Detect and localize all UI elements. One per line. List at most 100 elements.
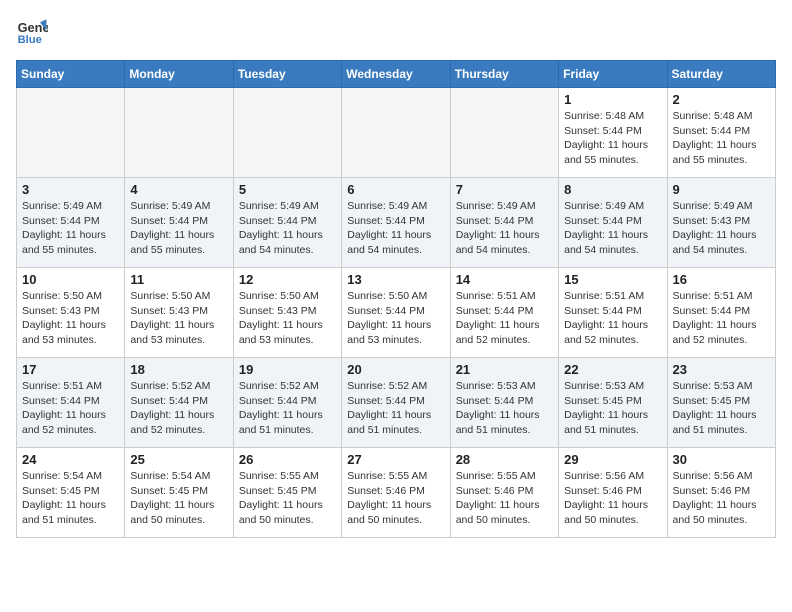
calendar-day-cell: 10 Sunrise: 5:50 AMSunset: 5:43 PMDayligh… — [17, 268, 125, 358]
day-number: 7 — [456, 182, 553, 197]
day-number: 25 — [130, 452, 227, 467]
day-info: Sunrise: 5:53 AMSunset: 5:45 PMDaylight:… — [673, 379, 770, 438]
day-info: Sunrise: 5:51 AMSunset: 5:44 PMDaylight:… — [456, 289, 553, 348]
weekday-header-wednesday: Wednesday — [342, 61, 450, 88]
calendar-day-cell: 9Sunrise: 5:49 AMSunset: 5:43 PMDaylight… — [667, 178, 775, 268]
calendar-week-row: 1 Sunrise: 5:48 AMSunset: 5:44 PMDaylight… — [17, 88, 776, 178]
calendar-day-cell: 23 Sunrise: 5:53 AMSunset: 5:45 PMDayligh… — [667, 358, 775, 448]
calendar-day-cell: 16 Sunrise: 5:51 AMSunset: 5:44 PMDayligh… — [667, 268, 775, 358]
calendar-day-cell: 12 Sunrise: 5:50 AMSunset: 5:43 PMDayligh… — [233, 268, 341, 358]
calendar-day-cell: 30 Sunrise: 5:56 AMSunset: 5:46 PMDayligh… — [667, 448, 775, 538]
day-info: Sunrise: 5:49 AMSunset: 5:44 PMDaylight:… — [347, 199, 444, 258]
day-number: 12 — [239, 272, 336, 287]
calendar-day-cell: 17 Sunrise: 5:51 AMSunset: 5:44 PMDayligh… — [17, 358, 125, 448]
weekday-header-row: SundayMondayTuesdayWednesdayThursdayFrid… — [17, 61, 776, 88]
day-info: Sunrise: 5:51 AMSunset: 5:44 PMDaylight:… — [673, 289, 770, 348]
day-info: Sunrise: 5:49 AMSunset: 5:44 PMDaylight:… — [564, 199, 661, 258]
day-number: 10 — [22, 272, 119, 287]
calendar-day-cell: 4 Sunrise: 5:49 AMSunset: 5:44 PMDaylight… — [125, 178, 233, 268]
day-info: Sunrise: 5:52 AMSunset: 5:44 PMDaylight:… — [239, 379, 336, 438]
day-info: Sunrise: 5:48 AMSunset: 5:44 PMDaylight:… — [564, 109, 661, 168]
day-number: 13 — [347, 272, 444, 287]
day-info: Sunrise: 5:55 AMSunset: 5:45 PMDaylight:… — [239, 469, 336, 528]
calendar-day-cell: 15 Sunrise: 5:51 AMSunset: 5:44 PMDayligh… — [559, 268, 667, 358]
day-info: Sunrise: 5:53 AMSunset: 5:44 PMDaylight:… — [456, 379, 553, 438]
calendar-day-cell: 18Sunrise: 5:52 AMSunset: 5:44 PMDayligh… — [125, 358, 233, 448]
calendar-day-cell: 13 Sunrise: 5:50 AMSunset: 5:44 PMDayligh… — [342, 268, 450, 358]
day-info: Sunrise: 5:51 AMSunset: 5:44 PMDaylight:… — [564, 289, 661, 348]
calendar-week-row: 24 Sunrise: 5:54 AMSunset: 5:45 PMDayligh… — [17, 448, 776, 538]
calendar-day-cell: 24 Sunrise: 5:54 AMSunset: 5:45 PMDayligh… — [17, 448, 125, 538]
day-number: 16 — [673, 272, 770, 287]
day-info: Sunrise: 5:50 AMSunset: 5:44 PMDaylight:… — [347, 289, 444, 348]
calendar-empty-cell — [125, 88, 233, 178]
day-info: Sunrise: 5:49 AMSunset: 5:44 PMDaylight:… — [239, 199, 336, 258]
weekday-header-saturday: Saturday — [667, 61, 775, 88]
day-number: 30 — [673, 452, 770, 467]
day-info: Sunrise: 5:49 AMSunset: 5:44 PMDaylight:… — [456, 199, 553, 258]
day-info: Sunrise: 5:52 AMSunset: 5:44 PMDaylight:… — [347, 379, 444, 438]
day-number: 15 — [564, 272, 661, 287]
day-info: Sunrise: 5:49 AMSunset: 5:44 PMDaylight:… — [130, 199, 227, 258]
day-number: 23 — [673, 362, 770, 377]
day-info: Sunrise: 5:49 AMSunset: 5:44 PMDaylight:… — [22, 199, 119, 258]
day-number: 22 — [564, 362, 661, 377]
day-number: 27 — [347, 452, 444, 467]
day-number: 6 — [347, 182, 444, 197]
day-number: 9 — [673, 182, 770, 197]
weekday-header-thursday: Thursday — [450, 61, 558, 88]
day-info: Sunrise: 5:56 AMSunset: 5:46 PMDaylight:… — [673, 469, 770, 528]
weekday-header-friday: Friday — [559, 61, 667, 88]
day-number: 24 — [22, 452, 119, 467]
calendar-day-cell: 6 Sunrise: 5:49 AMSunset: 5:44 PMDaylight… — [342, 178, 450, 268]
day-info: Sunrise: 5:51 AMSunset: 5:44 PMDaylight:… — [22, 379, 119, 438]
day-number: 21 — [456, 362, 553, 377]
weekday-header-monday: Monday — [125, 61, 233, 88]
day-number: 2 — [673, 92, 770, 107]
weekday-header-tuesday: Tuesday — [233, 61, 341, 88]
calendar-day-cell: 3Sunrise: 5:49 AMSunset: 5:44 PMDaylight… — [17, 178, 125, 268]
calendar-week-row: 10 Sunrise: 5:50 AMSunset: 5:43 PMDayligh… — [17, 268, 776, 358]
calendar-day-cell: 26Sunrise: 5:55 AMSunset: 5:45 PMDayligh… — [233, 448, 341, 538]
calendar-day-cell: 25 Sunrise: 5:54 AMSunset: 5:45 PMDayligh… — [125, 448, 233, 538]
weekday-header-sunday: Sunday — [17, 61, 125, 88]
calendar-day-cell: 2 Sunrise: 5:48 AMSunset: 5:44 PMDaylight… — [667, 88, 775, 178]
calendar-day-cell: 5 Sunrise: 5:49 AMSunset: 5:44 PMDaylight… — [233, 178, 341, 268]
day-info: Sunrise: 5:54 AMSunset: 5:45 PMDaylight:… — [130, 469, 227, 528]
calendar-day-cell: 21 Sunrise: 5:53 AMSunset: 5:44 PMDayligh… — [450, 358, 558, 448]
calendar-empty-cell — [233, 88, 341, 178]
day-info: Sunrise: 5:50 AMSunset: 5:43 PMDaylight:… — [239, 289, 336, 348]
day-info: Sunrise: 5:54 AMSunset: 5:45 PMDaylight:… — [22, 469, 119, 528]
calendar-empty-cell — [342, 88, 450, 178]
svg-text:Blue: Blue — [18, 34, 42, 46]
day-number: 17 — [22, 362, 119, 377]
calendar-empty-cell — [450, 88, 558, 178]
day-number: 8 — [564, 182, 661, 197]
calendar-day-cell: 28Sunrise: 5:55 AMSunset: 5:46 PMDayligh… — [450, 448, 558, 538]
day-number: 20 — [347, 362, 444, 377]
logo: General Blue — [16, 16, 48, 48]
day-number: 28 — [456, 452, 553, 467]
calendar-day-cell: 22 Sunrise: 5:53 AMSunset: 5:45 PMDayligh… — [559, 358, 667, 448]
calendar-day-cell: 1 Sunrise: 5:48 AMSunset: 5:44 PMDaylight… — [559, 88, 667, 178]
day-info: Sunrise: 5:48 AMSunset: 5:44 PMDaylight:… — [673, 109, 770, 168]
calendar-week-row: 17 Sunrise: 5:51 AMSunset: 5:44 PMDayligh… — [17, 358, 776, 448]
day-info: Sunrise: 5:56 AMSunset: 5:46 PMDaylight:… — [564, 469, 661, 528]
day-info: Sunrise: 5:50 AMSunset: 5:43 PMDaylight:… — [22, 289, 119, 348]
calendar-day-cell: 8 Sunrise: 5:49 AMSunset: 5:44 PMDaylight… — [559, 178, 667, 268]
calendar-day-cell: 14 Sunrise: 5:51 AMSunset: 5:44 PMDayligh… — [450, 268, 558, 358]
logo-icon: General Blue — [16, 16, 48, 48]
calendar-day-cell: 11Sunrise: 5:50 AMSunset: 5:43 PMDayligh… — [125, 268, 233, 358]
day-number: 4 — [130, 182, 227, 197]
day-info: Sunrise: 5:53 AMSunset: 5:45 PMDaylight:… — [564, 379, 661, 438]
calendar-day-cell: 29Sunrise: 5:56 AMSunset: 5:46 PMDayligh… — [559, 448, 667, 538]
day-info: Sunrise: 5:50 AMSunset: 5:43 PMDaylight:… — [130, 289, 227, 348]
calendar-day-cell: 27Sunrise: 5:55 AMSunset: 5:46 PMDayligh… — [342, 448, 450, 538]
day-number: 19 — [239, 362, 336, 377]
calendar-day-cell: 19 Sunrise: 5:52 AMSunset: 5:44 PMDayligh… — [233, 358, 341, 448]
day-number: 5 — [239, 182, 336, 197]
calendar-day-cell: 7 Sunrise: 5:49 AMSunset: 5:44 PMDaylight… — [450, 178, 558, 268]
calendar-empty-cell — [17, 88, 125, 178]
day-number: 1 — [564, 92, 661, 107]
day-number: 14 — [456, 272, 553, 287]
